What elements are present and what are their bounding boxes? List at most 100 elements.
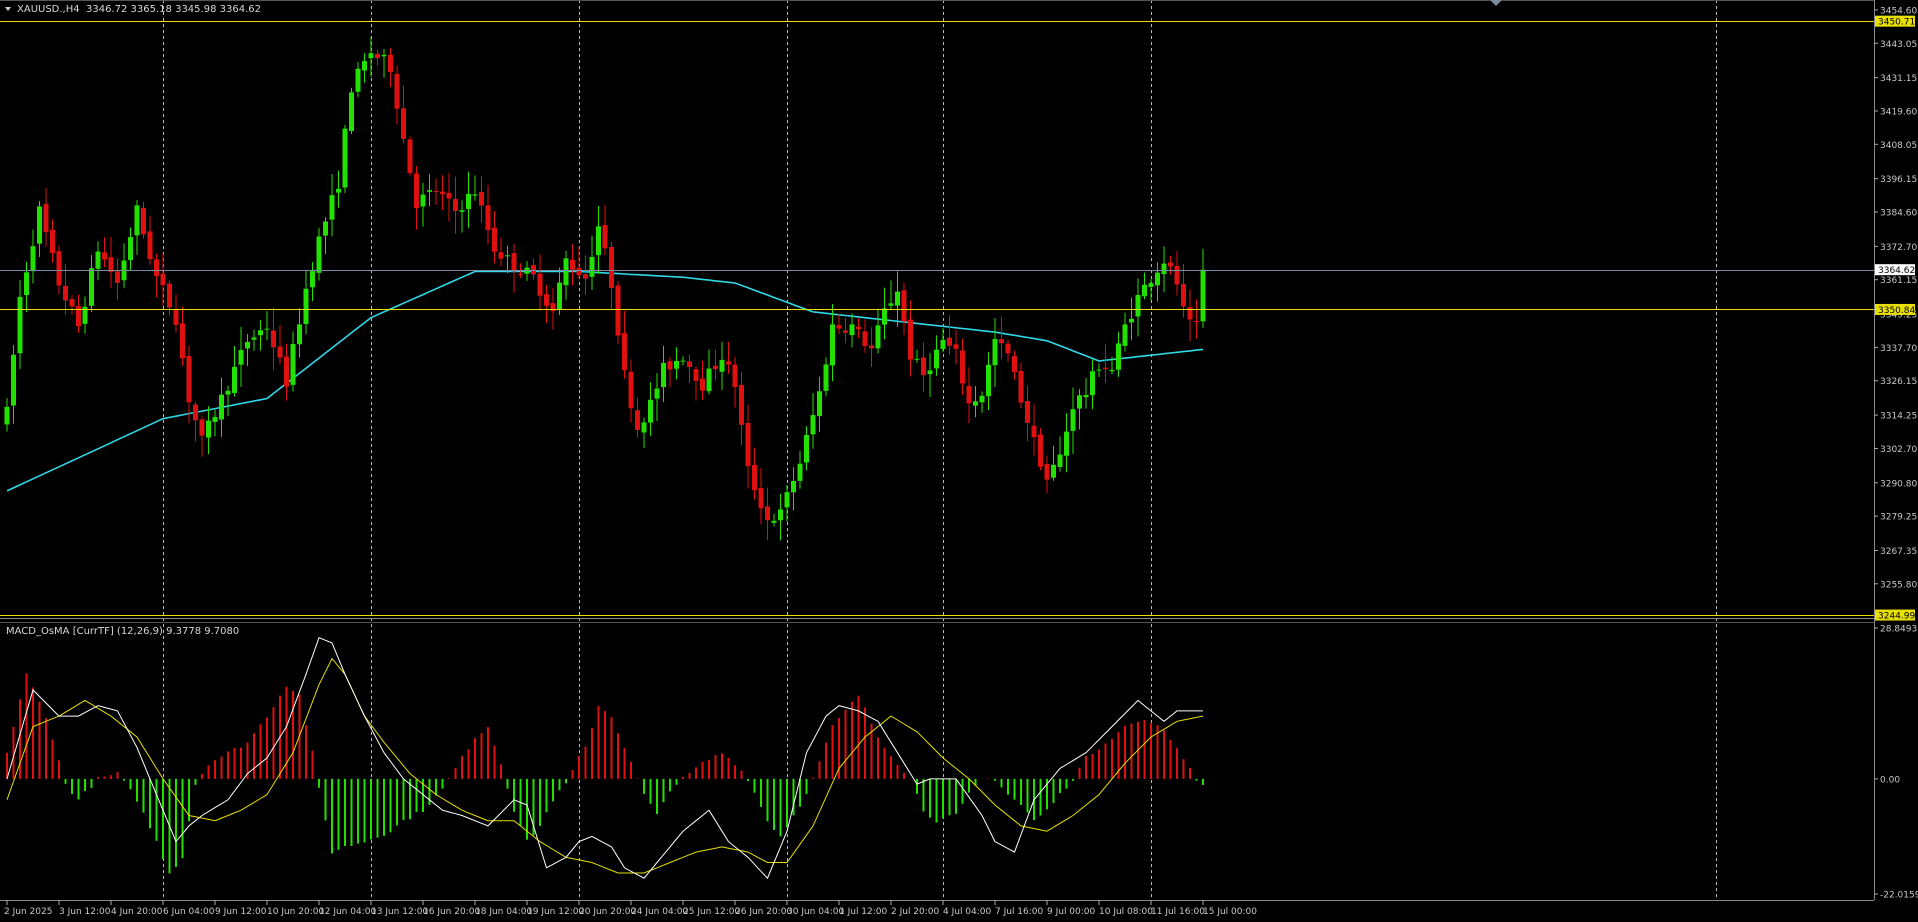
- candle-body: [895, 291, 900, 306]
- candle-body: [37, 206, 42, 244]
- candle-body: [505, 255, 510, 257]
- candle-body: [1005, 343, 1011, 354]
- time-tick-label: 12 Jun 04:00: [319, 907, 376, 917]
- candle-body: [1122, 324, 1128, 346]
- candle-body: [1181, 284, 1186, 307]
- time-tick-label: 6 Jun 04:00: [163, 907, 215, 917]
- candle-body: [472, 194, 478, 196]
- time-tick-label: 24 Jun 04:00: [631, 907, 688, 917]
- candle-body: [693, 369, 699, 381]
- candle-body: [1116, 343, 1121, 370]
- price-tick-label: 3396.15: [1880, 175, 1917, 185]
- high-value: 3365.18: [131, 4, 172, 15]
- candle-body: [1194, 320, 1199, 322]
- time-tick-label: 9 Jul 00:00: [1047, 907, 1096, 917]
- candle-body: [804, 434, 809, 463]
- candle-body: [56, 251, 62, 286]
- candle-body: [570, 259, 575, 270]
- candle-body: [453, 198, 458, 212]
- trading-chart[interactable]: 3454.60 3443.05 3431.15 3419.60 3408.05 3396.…: [0, 0, 1918, 922]
- candle: [342, 124, 348, 194]
- candle-body: [960, 350, 965, 384]
- time-tick-label: 10 Jul 08:00: [1099, 907, 1153, 917]
- candle-body: [420, 194, 426, 207]
- candle-body: [186, 356, 192, 403]
- candle: [407, 136, 413, 177]
- time-tick-label: 15 Jul 00:00: [1203, 907, 1257, 917]
- candle-body: [661, 362, 666, 387]
- candle-body: [180, 323, 185, 359]
- candle-body: [1155, 272, 1160, 286]
- indicator-value-2: 9.7080: [204, 626, 239, 637]
- time-tick-label: 2 Jun 2025: [4, 907, 52, 917]
- macd-tick-label: 28.8493: [1880, 625, 1917, 635]
- candle-body: [1142, 284, 1147, 297]
- candle-body: [95, 251, 101, 269]
- candle-body: [953, 344, 959, 349]
- hline-price-label: 3450.71: [1878, 18, 1915, 28]
- candle-body: [758, 488, 764, 509]
- candle-body: [1103, 367, 1108, 370]
- candle-body: [921, 357, 926, 376]
- price-tick-label: 3361.15: [1880, 276, 1917, 286]
- candle-body: [1070, 409, 1076, 431]
- candle-body: [947, 337, 952, 346]
- candle-body: [11, 354, 16, 406]
- candle-body: [680, 360, 686, 362]
- candle-body: [284, 356, 289, 387]
- candle-body: [726, 361, 731, 365]
- hline-price-label: 3350.84: [1878, 306, 1915, 316]
- time-tick-label: 26 Jun 20:00: [735, 907, 792, 917]
- price-tick-label: 3255.80: [1880, 580, 1917, 590]
- candle-body: [342, 128, 348, 188]
- candle-body: [258, 330, 263, 336]
- candle-body: [492, 227, 497, 252]
- candle-body: [245, 341, 250, 349]
- candle-body: [596, 226, 601, 256]
- candle-body: [797, 463, 803, 481]
- candle: [615, 280, 621, 344]
- candle-body: [856, 326, 861, 330]
- candle-body: [1161, 263, 1167, 275]
- candle-body: [1200, 269, 1206, 322]
- price-tick-label: 3454.60: [1880, 6, 1917, 16]
- price-tick-label: 3443.05: [1880, 40, 1917, 50]
- candle-body: [173, 309, 179, 325]
- candle-body: [167, 283, 172, 308]
- candle-body: [102, 252, 107, 260]
- candle-body: [1012, 356, 1017, 372]
- candle-body: [875, 325, 881, 349]
- candle-body: [329, 195, 335, 220]
- open-value: 3346.72: [86, 4, 127, 15]
- candle-body: [43, 203, 49, 233]
- price-tick-label: 3279.25: [1880, 513, 1917, 523]
- candle-body: [1168, 262, 1173, 267]
- candle-body: [30, 246, 36, 272]
- candle-body: [732, 364, 738, 387]
- candle-body: [544, 294, 549, 306]
- candle-body: [609, 246, 614, 289]
- candle-body: [381, 54, 387, 57]
- candle-body: [1031, 425, 1037, 438]
- candle-body: [1109, 369, 1115, 372]
- candle-body: [225, 390, 231, 395]
- candle-body: [251, 337, 257, 340]
- candle-body: [973, 401, 978, 406]
- time-tick-label: 18 Jun 04:00: [475, 907, 532, 917]
- candle-body: [849, 324, 855, 336]
- candle-body: [1096, 369, 1102, 371]
- hline-price-label: 3244.99: [1878, 612, 1915, 622]
- candle-body: [1129, 318, 1134, 323]
- price-tick-label: 3290.80: [1880, 479, 1917, 489]
- time-tick-label: 9 Jun 12:00: [215, 907, 267, 917]
- indicator-value-1: 9.3778: [166, 626, 201, 637]
- candle-body: [557, 282, 562, 311]
- candle-body: [355, 68, 361, 92]
- candle-body: [271, 330, 276, 348]
- candle-body: [817, 391, 822, 417]
- candle-body: [219, 394, 224, 420]
- low-value: 3345.98: [175, 4, 216, 15]
- time-tick-label: 3 Jun 12:00: [59, 907, 111, 917]
- candle-body: [882, 308, 887, 325]
- candle-body: [1018, 370, 1024, 403]
